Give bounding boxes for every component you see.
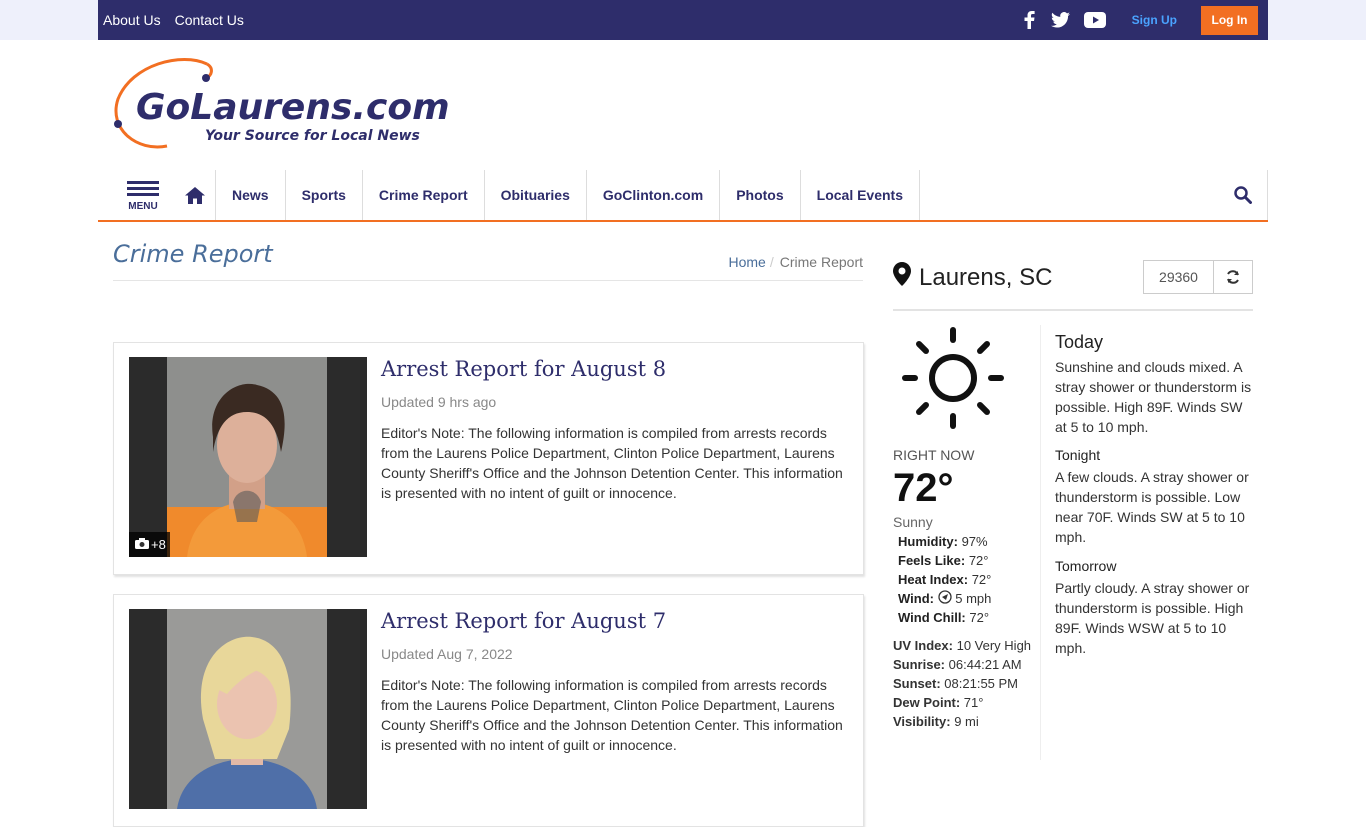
weather-location: Laurens, SC — [893, 262, 1052, 293]
title-divider — [113, 280, 863, 281]
forecast-period: Tomorrow — [1055, 558, 1117, 574]
wind-chill-row: Wind Chill: 72° — [898, 610, 990, 625]
right-now-label: RIGHT NOW — [893, 447, 975, 463]
wind-direction-icon — [937, 590, 952, 606]
sign-up-link[interactable]: Sign Up — [1132, 13, 1177, 27]
weather-column-divider — [1040, 325, 1041, 760]
forecast-tonight: Tonight A few clouds. A stray shower or … — [1055, 447, 1255, 547]
search-icon[interactable] — [1218, 170, 1268, 220]
hamburger-icon — [127, 178, 159, 199]
forecast-text: A few clouds. A stray shower or thunders… — [1055, 469, 1249, 545]
nav-photos[interactable]: Photos — [720, 170, 801, 220]
location-name: Laurens, SC — [919, 263, 1053, 291]
article-photo[interactable] — [129, 609, 367, 809]
photo-count: +8 — [151, 537, 166, 552]
nav-sports[interactable]: Sports — [286, 170, 363, 220]
youtube-icon[interactable] — [1082, 9, 1108, 31]
map-marker-icon — [893, 262, 911, 293]
logo-text: GoLaurens.com — [136, 87, 450, 128]
article-summary: Editor's Note: The following information… — [381, 425, 843, 501]
main-nav: MENU News Sports Crime Report Obituaries… — [98, 170, 1268, 222]
humidity-row: Humidity: 97% — [898, 534, 988, 549]
photo-count-badge: +8 — [129, 532, 170, 557]
article-summary: Editor's Note: The following information… — [381, 677, 843, 753]
site-logo[interactable]: GoLaurens.com Your Source for Local News — [112, 54, 477, 154]
dew-point-row: Dew Point: 71° — [893, 695, 984, 710]
forecast-today: Today Sunshine and clouds mixed. A stray… — [1055, 332, 1255, 437]
top-bar: About Us Contact Us Sign Up Log In — [98, 0, 1268, 40]
current-temperature: 72° — [893, 466, 954, 510]
article-photo[interactable]: +8 — [129, 357, 367, 557]
menu-button[interactable]: MENU — [112, 170, 174, 220]
feels-like-row: Feels Like: 72° — [898, 553, 989, 568]
zip-code-form: 29360 — [1143, 260, 1253, 294]
article-headline[interactable]: Arrest Report for August 7 — [381, 609, 666, 633]
sunrise-row: Sunrise: 06:44:21 AM — [893, 657, 1022, 672]
nav-local-events[interactable]: Local Events — [801, 170, 921, 220]
breadcrumb-separator: / — [769, 254, 774, 270]
wind-row: Wind: 5 mph — [898, 590, 992, 606]
nav-goclinton[interactable]: GoClinton.com — [587, 170, 721, 220]
camera-icon — [135, 537, 149, 552]
forecast-period: Today — [1055, 332, 1104, 352]
visibility-row: Visibility: 9 mi — [893, 714, 979, 729]
article-card: Arrest Report for August 7 Updated Aug 7… — [113, 594, 864, 827]
article-updated: Updated 9 hrs ago — [381, 394, 497, 410]
contact-us-link[interactable]: Contact Us — [175, 12, 244, 28]
nav-news[interactable]: News — [216, 170, 286, 220]
weather-details: UV Index: 10 Very High Sunrise: 06:44:21… — [893, 636, 1033, 731]
home-icon[interactable] — [174, 170, 216, 220]
article-headline[interactable]: Arrest Report for August 8 — [381, 357, 666, 381]
sunny-icon — [900, 326, 1006, 430]
logo-tagline: Your Source for Local News — [205, 128, 420, 144]
article-card: +8 Arrest Report for August 8 Updated 9 … — [113, 342, 864, 575]
forecast-text: Partly cloudy. A stray shower or thunder… — [1055, 580, 1250, 656]
topbar-right: Sign Up Log In — [1018, 0, 1268, 40]
twitter-icon[interactable] — [1050, 9, 1072, 31]
uv-index-row: UV Index: 10 Very High — [893, 638, 1032, 653]
weather-stats: Humidity: 97% Feels Like: 72° Heat Index… — [898, 532, 991, 627]
menu-label: MENU — [128, 201, 158, 212]
heat-index-row: Heat Index: 72° — [898, 572, 992, 587]
weather-divider — [893, 309, 1253, 311]
log-in-button[interactable]: Log In — [1201, 5, 1258, 35]
forecast-tomorrow: Tomorrow Partly cloudy. A stray shower o… — [1055, 558, 1255, 658]
about-us-link[interactable]: About Us — [103, 12, 161, 28]
zip-code-input[interactable]: 29360 — [1144, 261, 1214, 293]
breadcrumb-home[interactable]: Home — [729, 254, 766, 270]
current-condition: Sunny — [893, 514, 933, 530]
article-updated: Updated Aug 7, 2022 — [381, 646, 513, 662]
breadcrumb: Home / Crime Report — [729, 254, 864, 270]
forecast-text: Sunshine and clouds mixed. A stray showe… — [1055, 359, 1252, 435]
refresh-icon[interactable] — [1214, 261, 1252, 293]
facebook-icon[interactable] — [1018, 9, 1040, 31]
nav-obituaries[interactable]: Obituaries — [485, 170, 587, 220]
breadcrumb-current: Crime Report — [779, 254, 863, 270]
forecast-period: Tonight — [1055, 447, 1101, 463]
page-title: Crime Report — [113, 240, 273, 268]
sunset-row: Sunset: 08:21:55 PM — [893, 676, 1019, 691]
nav-crime-report[interactable]: Crime Report — [363, 170, 485, 220]
